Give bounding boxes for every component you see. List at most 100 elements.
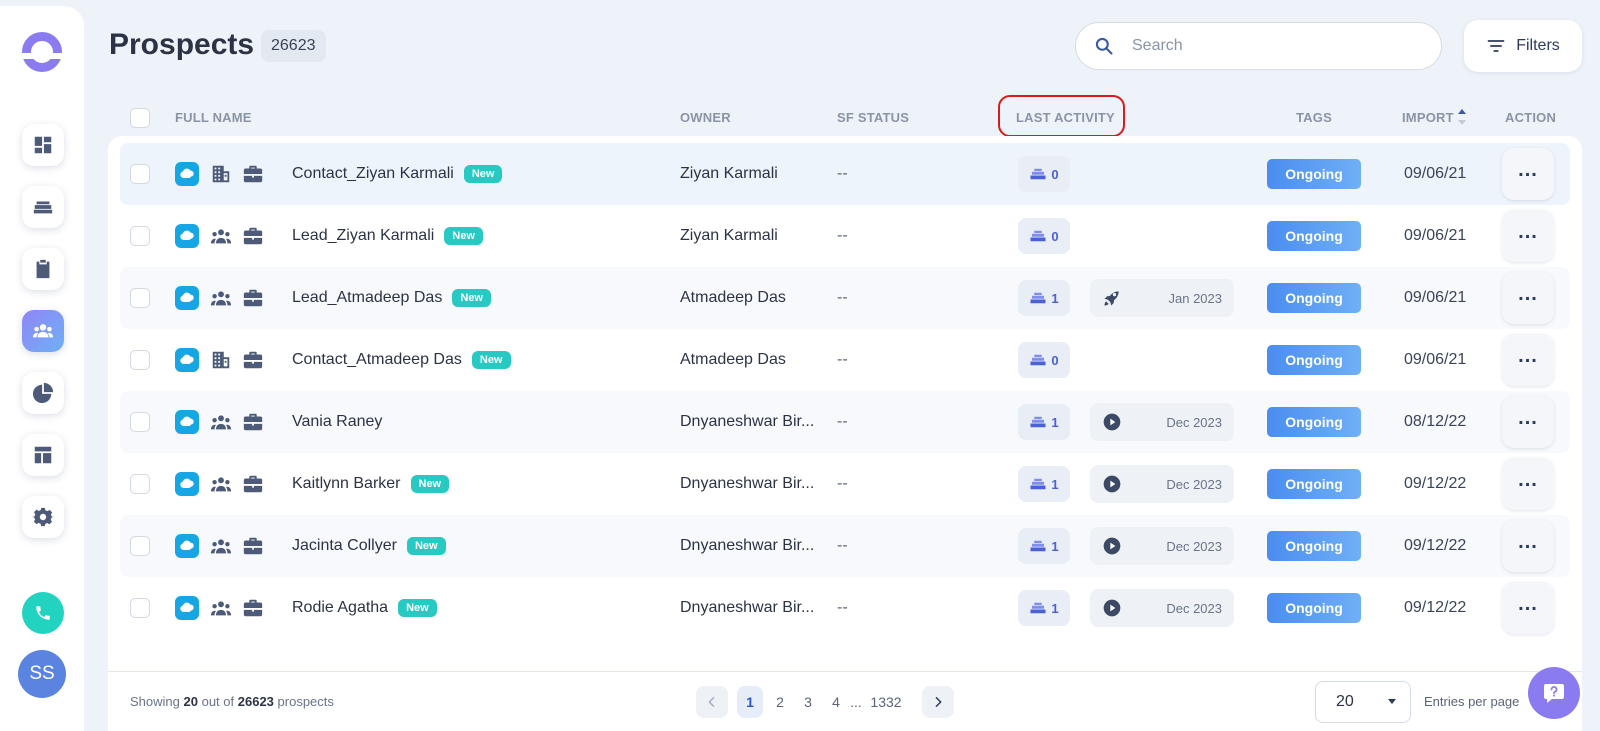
- salesforce-icon[interactable]: [175, 224, 199, 248]
- table-row[interactable]: Contact_Atmadeep Das New Atmadeep Das -- 0 On…: [120, 329, 1570, 391]
- table-row[interactable]: Lead_Atmadeep Das New Atmadeep Das -- 1 Jan 2…: [120, 267, 1570, 329]
- prospect-name[interactable]: Contact_Ziyan Karmali: [292, 165, 454, 183]
- salesforce-icon[interactable]: [175, 162, 199, 186]
- dialer-button[interactable]: [22, 592, 64, 634]
- salesforce-icon[interactable]: [175, 472, 199, 496]
- prospect-name[interactable]: Lead_Atmadeep Das: [292, 289, 442, 307]
- row-actions-button[interactable]: ...: [1502, 520, 1554, 572]
- help-button[interactable]: [1528, 667, 1580, 719]
- table-row[interactable]: Kaitlynn Barker New Dnyaneshwar Bir... -- 1 D…: [120, 453, 1570, 515]
- full-name-cell[interactable]: Rodie Agatha New: [292, 577, 437, 639]
- row-actions-button[interactable]: ...: [1502, 334, 1554, 386]
- table-row[interactable]: Lead_Ziyan Karmali New Ziyan Karmali -- 0 Ong…: [120, 205, 1570, 267]
- table-row[interactable]: Vania Raney Dnyaneshwar Bir... -- 1 Dec 2023…: [120, 391, 1570, 453]
- activity-count-badge[interactable]: 0: [1018, 156, 1070, 192]
- activity-count-badge[interactable]: 1: [1018, 466, 1070, 502]
- sidebar-item-tasks[interactable]: [22, 248, 64, 290]
- page-4-button[interactable]: 4: [828, 686, 844, 718]
- full-name-cell[interactable]: Contact_Ziyan Karmali New: [292, 143, 503, 205]
- last-activity-chip[interactable]: Dec 2023: [1090, 527, 1234, 565]
- column-header-sf-status[interactable]: SF STATUS: [837, 110, 909, 125]
- prospect-name[interactable]: Vania Raney: [292, 413, 382, 431]
- salesforce-icon[interactable]: [175, 410, 199, 434]
- search-input[interactable]: [1132, 37, 1392, 55]
- row-checkbox[interactable]: [130, 226, 150, 246]
- row-actions-button[interactable]: ...: [1502, 458, 1554, 510]
- user-avatar[interactable]: SS: [18, 650, 66, 698]
- salesforce-icon[interactable]: [175, 286, 199, 310]
- column-header-import[interactable]: IMPORT: [1402, 110, 1454, 125]
- salesforce-icon[interactable]: [175, 348, 199, 372]
- table-row[interactable]: Contact_Ziyan Karmali New Ziyan Karmali -- 0…: [120, 143, 1570, 205]
- sort-icon[interactable]: [1457, 107, 1467, 127]
- tag-badge[interactable]: Ongoing: [1267, 221, 1361, 251]
- tag-badge[interactable]: Ongoing: [1267, 345, 1361, 375]
- last-activity-chip[interactable]: Dec 2023: [1090, 589, 1234, 627]
- full-name-cell[interactable]: Jacinta Collyer New: [292, 515, 446, 577]
- row-checkbox[interactable]: [130, 598, 150, 618]
- full-name-cell[interactable]: Lead_Atmadeep Das New: [292, 267, 491, 329]
- last-activity-chip[interactable]: Dec 2023: [1090, 403, 1234, 441]
- tag-badge[interactable]: Ongoing: [1267, 159, 1361, 189]
- tag-badge[interactable]: Ongoing: [1267, 531, 1361, 561]
- page-last-button[interactable]: 1332: [868, 686, 904, 718]
- tag-badge[interactable]: Ongoing: [1267, 407, 1361, 437]
- last-activity-chip[interactable]: Jan 2023: [1090, 279, 1234, 317]
- cloud-icon: [180, 230, 194, 240]
- activity-count-badge[interactable]: 1: [1018, 280, 1070, 316]
- full-name-cell[interactable]: Lead_Ziyan Karmali New: [292, 205, 483, 267]
- sidebar-item-reports[interactable]: [22, 372, 64, 414]
- column-header-tags[interactable]: TAGS: [1296, 110, 1332, 125]
- table-row[interactable]: Jacinta Collyer New Dnyaneshwar Bir... -- 1 D…: [120, 515, 1570, 577]
- salesforce-icon[interactable]: [175, 534, 199, 558]
- activity-count-badge[interactable]: 0: [1018, 342, 1070, 378]
- row-checkbox[interactable]: [130, 350, 150, 370]
- prospect-name[interactable]: Rodie Agatha: [292, 599, 388, 617]
- column-header-owner[interactable]: OWNER: [680, 110, 731, 125]
- last-activity-chip[interactable]: Dec 2023: [1090, 465, 1234, 503]
- activity-count-badge[interactable]: 1: [1018, 404, 1070, 440]
- tag-badge[interactable]: Ongoing: [1267, 593, 1361, 623]
- sidebar-item-dashboard[interactable]: [22, 124, 64, 166]
- row-checkbox[interactable]: [130, 164, 150, 184]
- sidebar-item-prospects[interactable]: [22, 310, 64, 352]
- activity-count-badge[interactable]: 1: [1018, 590, 1070, 626]
- sidebar-item-sequences[interactable]: [22, 186, 64, 228]
- table-row[interactable]: Rodie Agatha New Dnyaneshwar Bir... -- 1 Dec …: [120, 577, 1570, 639]
- page-1-button[interactable]: 1: [737, 686, 763, 718]
- row-actions-button[interactable]: ...: [1502, 210, 1554, 262]
- column-header-full-name[interactable]: FULL NAME: [175, 110, 252, 125]
- full-name-cell[interactable]: Contact_Atmadeep Das New: [292, 329, 511, 391]
- row-actions-button[interactable]: ...: [1502, 396, 1554, 448]
- prev-page-button[interactable]: [696, 686, 728, 718]
- salesforce-icon[interactable]: [175, 596, 199, 620]
- row-checkbox[interactable]: [130, 536, 150, 556]
- last-activity-date: Dec 2023: [1166, 600, 1222, 616]
- row-checkbox[interactable]: [130, 412, 150, 432]
- sidebar-item-templates[interactable]: [22, 434, 64, 476]
- filters-button[interactable]: Filters: [1464, 20, 1582, 72]
- row-checkbox[interactable]: [130, 288, 150, 308]
- row-actions-button[interactable]: ...: [1502, 582, 1554, 634]
- activity-count-badge[interactable]: 1: [1018, 528, 1070, 564]
- page-2-button[interactable]: 2: [772, 686, 788, 718]
- row-actions-button[interactable]: ...: [1502, 148, 1554, 200]
- prospect-name[interactable]: Lead_Ziyan Karmali: [292, 227, 434, 245]
- next-page-button[interactable]: [922, 686, 954, 718]
- page-3-button[interactable]: 3: [800, 686, 816, 718]
- tag-badge[interactable]: Ongoing: [1267, 283, 1361, 313]
- full-name-cell[interactable]: Kaitlynn Barker New: [292, 453, 450, 515]
- search-bar[interactable]: [1075, 22, 1442, 70]
- select-all-checkbox[interactable]: [130, 108, 150, 128]
- activity-count-badge[interactable]: 0: [1018, 218, 1070, 254]
- full-name-cell[interactable]: Vania Raney: [292, 391, 382, 453]
- entries-per-page-select[interactable]: 20: [1315, 681, 1411, 723]
- sidebar-item-settings[interactable]: [22, 496, 64, 538]
- tag-badge[interactable]: Ongoing: [1267, 469, 1361, 499]
- prospect-name[interactable]: Jacinta Collyer: [292, 537, 397, 555]
- row-checkbox[interactable]: [130, 474, 150, 494]
- app-logo[interactable]: [22, 32, 62, 72]
- prospect-name[interactable]: Contact_Atmadeep Das: [292, 351, 462, 369]
- row-actions-button[interactable]: ...: [1502, 272, 1554, 324]
- prospect-name[interactable]: Kaitlynn Barker: [292, 475, 401, 493]
